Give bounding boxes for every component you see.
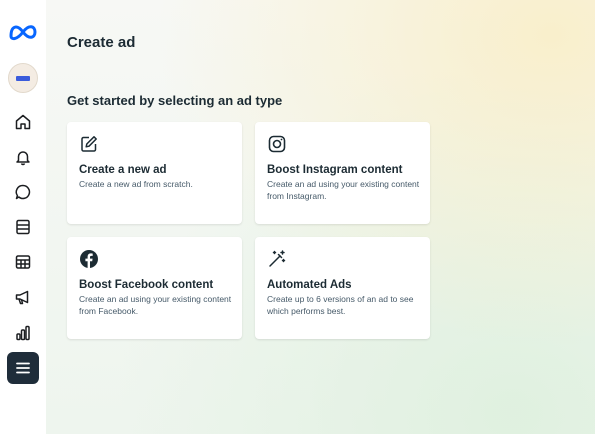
instagram-icon <box>268 135 286 153</box>
bar-chart-icon[interactable] <box>7 317 39 349</box>
automated-ads-card[interactable]: Automated Ads Create up to 6 versions of… <box>255 237 430 339</box>
bell-icon[interactable] <box>7 141 39 173</box>
boost-facebook-card[interactable]: Boost Facebook content Create an ad usin… <box>67 237 242 339</box>
magic-wand-icon <box>269 250 286 267</box>
card-description: Create an ad using your existing content… <box>267 179 420 201</box>
home-icon[interactable] <box>7 106 39 138</box>
card-title: Boost Facebook content <box>79 279 214 291</box>
boost-instagram-card[interactable]: Boost Instagram content Create an ad usi… <box>255 122 430 224</box>
account-avatar[interactable] <box>7 62 39 94</box>
create-new-ad-card[interactable]: Create a new ad Create a new ad from scr… <box>67 122 242 224</box>
megaphone-icon[interactable] <box>7 281 39 313</box>
card-description: Create an ad using your existing content… <box>79 294 232 316</box>
card-title: Automated Ads <box>267 279 352 291</box>
page-title: Create ad <box>67 34 136 51</box>
chat-icon[interactable] <box>7 176 39 208</box>
card-description: Create a new ad from scratch. <box>79 179 193 189</box>
table-icon[interactable] <box>7 246 39 278</box>
pages-icon[interactable] <box>7 211 39 243</box>
facebook-icon <box>80 250 98 268</box>
meta-logo-icon[interactable] <box>7 16 39 48</box>
menu-icon[interactable] <box>7 352 39 384</box>
sidebar <box>0 0 47 434</box>
card-title: Boost Instagram content <box>267 164 403 176</box>
account-avatar-image <box>8 63 38 93</box>
main-content: Create ad Get started by selecting an ad… <box>46 0 595 434</box>
card-title: Create a new ad <box>79 164 167 176</box>
section-title: Get started by selecting an ad type <box>67 93 283 108</box>
card-description: Create up to 6 versions of an ad to see … <box>267 294 414 316</box>
edit-icon <box>81 136 97 152</box>
